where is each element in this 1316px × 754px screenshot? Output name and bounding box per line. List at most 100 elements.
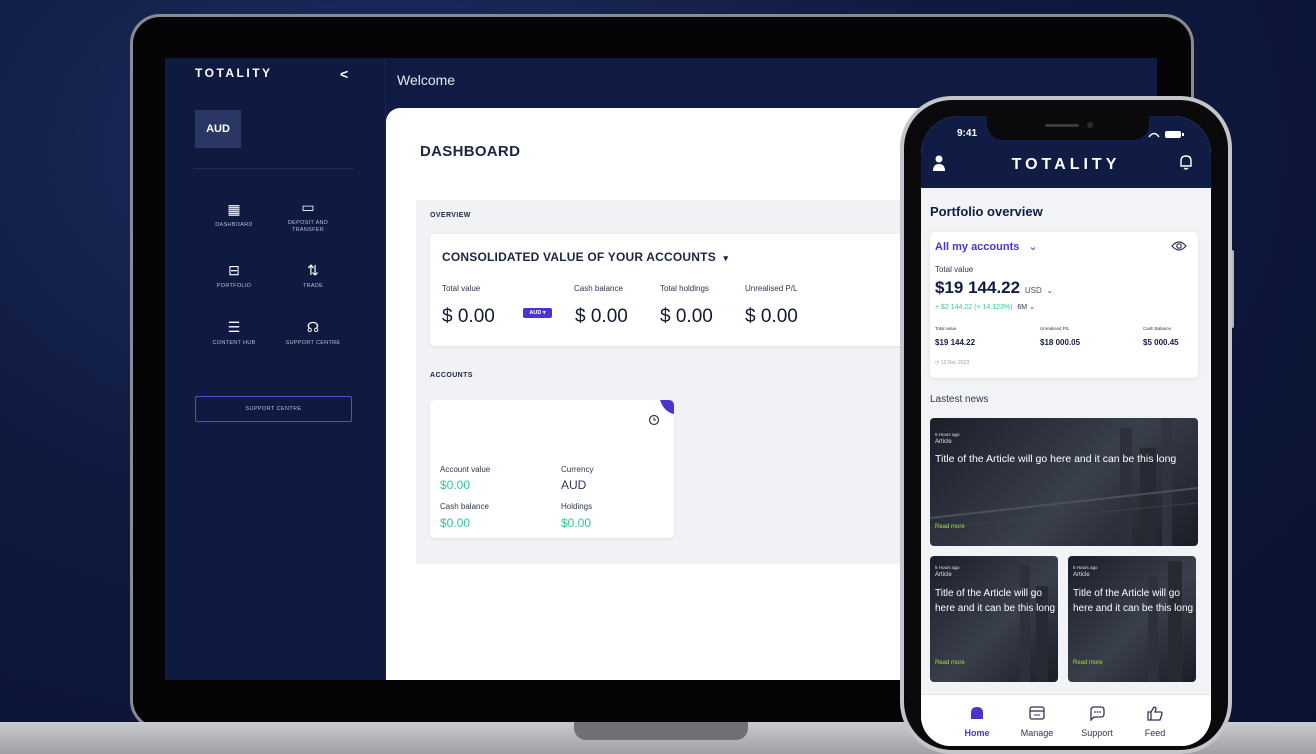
news-card[interactable]: 5 Hours ago Article Title of the Article… xyxy=(930,556,1058,682)
accounts-dropdown[interactable]: All my accounts ⌄ xyxy=(935,240,1038,253)
calendar-icon: ◷ xyxy=(935,360,940,366)
bottom-tab-bar: Home Manage Support Feed xyxy=(921,694,1211,746)
news-card[interactable]: 5 Hours ago Article Title of the Article… xyxy=(930,418,1198,546)
change-amount: + $2 144.22 (+ 14.123%) xyxy=(935,304,1013,311)
date-text: 12 Dec 2023 xyxy=(940,360,970,366)
nav-item-trade[interactable]: ⇅ TRADE xyxy=(274,261,352,290)
news-card[interactable]: 5 Hours ago Article Title of the Article… xyxy=(1068,556,1196,682)
overview-label: OVERVIEW xyxy=(430,212,471,219)
stat-value: $ 0.00 xyxy=(442,306,495,327)
news-time: 5 Hours ago xyxy=(1073,565,1098,570)
cash-balance-value: $0.00 xyxy=(440,516,471,530)
stat-value: $18 000.05 xyxy=(1040,338,1081,347)
nav-item-label: CONTENT HUB xyxy=(212,340,256,346)
laptop-notch xyxy=(574,722,748,740)
portfolio-card: All my accounts ⌄ Total value $19 144.22… xyxy=(930,232,1198,378)
read-more-link[interactable]: Read more xyxy=(1073,660,1103,666)
nav-item-label: DEPOSIT AND TRANSFER xyxy=(287,220,329,233)
news-time: 5 Hours ago xyxy=(935,565,960,570)
total-value-amount: $19 144.22 xyxy=(935,278,1021,297)
welcome-heading: Welcome xyxy=(397,72,456,88)
chevron-down-icon: ⌄ xyxy=(1029,304,1035,311)
bell-icon[interactable] xyxy=(1178,153,1194,171)
stat-label: Total value xyxy=(935,326,957,331)
currency-value: AUD xyxy=(561,478,587,492)
nav-item-dashboard[interactable]: ▦ DASHBOARD xyxy=(195,200,273,229)
mobile-app: 9:41 TOTALITY Portfolio overview All my … xyxy=(921,116,1211,746)
collapse-sidebar-button[interactable]: < xyxy=(340,66,348,82)
total-value-label: Total value xyxy=(935,265,974,274)
account-value: $0.00 xyxy=(440,478,471,492)
nav-item-support-centre[interactable]: ☊ SUPPORT CENTRE xyxy=(274,318,352,347)
nav-item-portfolio[interactable]: ⊟ PORTFOLIO xyxy=(195,261,273,290)
corner-badge xyxy=(660,400,674,414)
stat-label: Total holdings xyxy=(660,284,709,293)
divider xyxy=(193,168,355,169)
tab-label: Feed xyxy=(1144,728,1166,738)
support-icon xyxy=(1090,706,1105,722)
chevron-down-icon[interactable]: ⌄ xyxy=(1046,286,1053,295)
tab-manage[interactable]: Manage xyxy=(1007,705,1067,738)
tab-feed[interactable]: Feed xyxy=(1125,705,1185,738)
consolidated-title: CONSOLIDATED VALUE OF YOUR ACCOUNTS xyxy=(442,250,716,264)
eye-icon[interactable] xyxy=(1171,240,1187,252)
read-more-link[interactable]: Read more xyxy=(935,660,965,666)
front-camera xyxy=(1087,122,1093,128)
read-more-link[interactable]: Read more xyxy=(935,524,965,530)
holdings-label: Holdings xyxy=(561,502,593,511)
stat-label: Cash balance xyxy=(574,284,623,293)
page-title: DASHBOARD xyxy=(420,143,521,160)
trade-icon: ⇅ xyxy=(307,262,319,278)
status-icons xyxy=(1148,131,1184,138)
news-type: Article xyxy=(935,572,952,578)
nav-item-label: PORTFOLIO xyxy=(216,283,252,289)
app-logo: TOTALITY xyxy=(195,66,273,80)
stat-label: Total value xyxy=(442,284,481,293)
consolidated-dropdown[interactable]: CONSOLIDATED VALUE OF YOUR ACCOUNTS ▾ xyxy=(442,250,728,264)
clock-icon[interactable] xyxy=(648,414,660,426)
sidebar: TOTALITY < AUD ▦ DASHBOARD ▭ DEPOSIT AND… xyxy=(165,58,386,680)
stat-value: $19 144.22 xyxy=(935,338,976,347)
tab-home[interactable]: Home xyxy=(947,705,1007,738)
stat-label: Unrealised P/L xyxy=(745,284,798,293)
change-period[interactable]: 6M xyxy=(1017,304,1027,311)
news-time: 5 Hours ago xyxy=(935,432,960,437)
stat-value: $5 000.45 xyxy=(1143,338,1179,347)
stat-label: Unrealised P/L xyxy=(1040,326,1070,331)
total-value: $19 144.22 USD ⌄ xyxy=(935,278,1053,298)
stat-label: Cash Balance xyxy=(1143,326,1172,331)
tab-support[interactable]: Support xyxy=(1067,705,1127,738)
cash-balance-label: Cash balance xyxy=(440,502,489,511)
tab-label: Manage xyxy=(1020,728,1054,738)
mobile-logo: TOTALITY xyxy=(1011,156,1121,173)
dashboard-icon: ▦ xyxy=(227,201,241,217)
caret-down-icon: ▾ xyxy=(723,253,729,263)
news-type: Article xyxy=(935,439,952,445)
manage-icon xyxy=(1029,706,1045,720)
currency-tile[interactable]: AUD xyxy=(195,110,241,148)
nav-item-content-hub[interactable]: ☰ CONTENT HUB xyxy=(195,318,273,347)
stat-value: $ 0.00 xyxy=(745,306,798,327)
accounts-label: ACCOUNTS xyxy=(430,372,473,379)
account-card[interactable]: Account value $0.00 Currency AUD Cash ba… xyxy=(430,400,674,538)
speaker-grille xyxy=(1045,124,1079,127)
tab-label: Support xyxy=(1081,728,1113,738)
holdings-value: $0.00 xyxy=(561,516,592,530)
currency-code: USD xyxy=(1024,286,1042,295)
mobile-header: 9:41 TOTALITY xyxy=(921,116,1211,188)
currency-pill[interactable]: AUD ▾ xyxy=(523,308,552,318)
home-icon xyxy=(971,707,983,719)
value-change: + $2 144.22 (+ 14.123%) 6M ⌄ xyxy=(935,303,1035,311)
nav-item-deposit-transfer[interactable]: ▭ DEPOSIT AND TRANSFER xyxy=(269,198,347,234)
thumbs-up-icon xyxy=(1147,706,1163,721)
status-time: 9:41 xyxy=(957,128,978,139)
news-image xyxy=(930,418,1198,546)
account-value-label: Account value xyxy=(440,465,491,474)
news-type: Article xyxy=(1073,572,1090,578)
news-title: Title of the Article will go here and it… xyxy=(1073,588,1194,614)
latest-news-label: Lastest news xyxy=(930,394,989,405)
portfolio-overview-title: Portfolio overview xyxy=(930,204,1043,219)
support-centre-button[interactable]: SUPPORT CENTRE xyxy=(195,396,352,422)
news-title: Title of the Article will go here and it… xyxy=(935,588,1056,614)
headset-icon: ☊ xyxy=(306,319,320,335)
